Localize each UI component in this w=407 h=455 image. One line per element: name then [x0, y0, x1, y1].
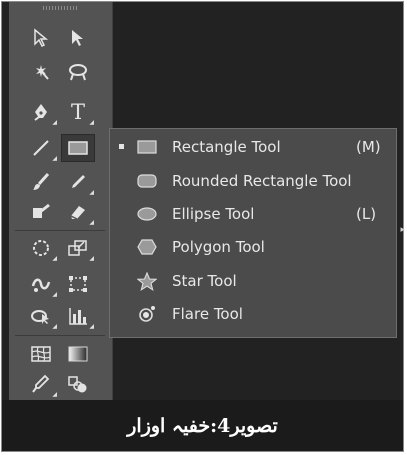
- flyout-item-label: Ellipse Tool: [172, 205, 255, 223]
- flyout-item-label: Star Tool: [172, 272, 237, 290]
- submenu-corner-icon: ◢: [89, 119, 94, 126]
- submenu-corner-icon: ◢: [52, 155, 57, 162]
- gradient-icon: [68, 346, 88, 362]
- flyout-item-shortcut: (M): [356, 138, 381, 156]
- line-segment-icon: [33, 140, 49, 156]
- caption-bar: تصویر4:خفیہ اوزار: [2, 400, 403, 451]
- paintbrush-icon: [33, 172, 50, 190]
- mesh-icon: [31, 346, 51, 362]
- tearoff-arrow-icon[interactable]: ▸: [400, 225, 405, 235]
- selection-arrow-icon: [34, 28, 49, 48]
- toolbar-divider: [15, 335, 105, 336]
- pencil-tool-button[interactable]: ◢: [61, 168, 95, 196]
- canvas-area: ◢ T ◢ ◢ ◢ ◢ ◢ ◢ ◢ ◢ ◢ ◢ Rectangle Tool (…: [2, 2, 405, 400]
- flyout-item-star[interactable]: Star Tool: [110, 265, 396, 297]
- eraser-icon: [70, 206, 85, 220]
- magic-wand-icon: [36, 65, 49, 80]
- pencil-icon: [72, 175, 85, 188]
- direct-selection-arrow-icon: [72, 30, 83, 46]
- selection-tool-button[interactable]: [24, 24, 58, 52]
- polygon-icon: [136, 237, 158, 257]
- submenu-corner-icon: ◢: [52, 119, 57, 126]
- rotate-tool-button[interactable]: ◢: [24, 234, 58, 262]
- eyedropper-icon: [32, 374, 50, 393]
- figure-caption: تصویر4:خفیہ اوزار: [127, 414, 278, 437]
- flyout-item-ellipse[interactable]: Ellipse Tool (L): [110, 198, 396, 230]
- flyout-item-shortcut: (L): [356, 205, 377, 223]
- flyout-item-label: Rounded Rectangle Tool: [172, 172, 352, 190]
- flyout-item-flare[interactable]: Flare Tool: [110, 298, 396, 330]
- flyout-item-polygon[interactable]: Polygon Tool: [110, 231, 396, 263]
- graph-tool-button[interactable]: ◢: [61, 302, 95, 330]
- eraser-tool-button[interactable]: ◢: [61, 198, 95, 226]
- rectangle-icon: [136, 137, 158, 157]
- rotate-icon: [33, 240, 49, 256]
- free-transform-tool-button[interactable]: [61, 270, 95, 298]
- submenu-corner-icon: ◢: [89, 255, 94, 262]
- gradient-tool-button[interactable]: [61, 340, 95, 368]
- star-icon: [136, 271, 158, 291]
- eyedropper-tool-button[interactable]: ◢: [24, 370, 58, 398]
- blob-brush-icon: [33, 203, 50, 218]
- blend-tool-button[interactable]: [61, 370, 95, 398]
- type-tool-button[interactable]: T ◢: [61, 98, 95, 126]
- blend-icon: [68, 376, 87, 393]
- flyout-item-rounded-rectangle[interactable]: Rounded Rectangle Tool: [110, 165, 396, 197]
- submenu-corner-icon: ◢: [52, 291, 57, 298]
- flyout-item-label: Flare Tool: [172, 305, 243, 323]
- blob-brush-tool-button[interactable]: [24, 198, 58, 226]
- flyout-item-label: Rectangle Tool: [172, 138, 281, 156]
- shape-tools-flyout: Rectangle Tool (M) Rounded Rectangle Too…: [109, 128, 405, 338]
- scale-tool-button[interactable]: ◢: [61, 234, 95, 262]
- screenshot-frame: ◢ T ◢ ◢ ◢ ◢ ◢ ◢ ◢ ◢ ◢ ◢ Rectangle Tool (…: [1, 1, 405, 452]
- warp-icon: [31, 278, 51, 292]
- shape-builder-tool-button[interactable]: ◢: [24, 302, 58, 330]
- mesh-tool-button[interactable]: [24, 340, 58, 368]
- panel-grip[interactable]: [43, 6, 77, 10]
- scale-icon: [68, 240, 87, 256]
- flyout-item-rectangle[interactable]: Rectangle Tool (M): [110, 131, 396, 163]
- lasso-tool-button[interactable]: [61, 58, 95, 86]
- rectangle-icon: [68, 141, 88, 155]
- submenu-corner-icon: ◢: [89, 189, 94, 196]
- paintbrush-tool-button[interactable]: [24, 168, 58, 196]
- tools-panel: ◢ T ◢ ◢ ◢ ◢ ◢ ◢ ◢ ◢ ◢ ◢: [9, 2, 113, 400]
- lasso-icon: [69, 64, 87, 81]
- selected-marker-icon: [119, 144, 124, 149]
- flyout-item-label: Polygon Tool: [172, 238, 265, 256]
- rounded-rectangle-icon: [136, 171, 158, 191]
- ellipse-icon: [136, 204, 158, 224]
- warp-tool-button[interactable]: ◢: [24, 270, 58, 298]
- toolbar-divider: [15, 230, 105, 231]
- line-segment-tool-button[interactable]: ◢: [24, 134, 58, 162]
- free-transform-icon: [69, 276, 87, 292]
- submenu-corner-icon: ◢: [52, 391, 57, 398]
- submenu-corner-icon: ◢: [52, 323, 57, 330]
- pen-nib-icon: [34, 104, 47, 121]
- direct-selection-tool-button[interactable]: [61, 24, 95, 52]
- shape-builder-icon: [31, 310, 49, 324]
- rectangle-tool-button[interactable]: [61, 134, 95, 162]
- flare-icon: [136, 304, 158, 324]
- submenu-corner-icon: ◢: [89, 323, 94, 330]
- submenu-corner-icon: ◢: [52, 255, 57, 262]
- bar-graph-icon: [69, 308, 87, 325]
- submenu-corner-icon: ◢: [89, 219, 94, 226]
- magic-wand-tool-button[interactable]: [24, 58, 58, 86]
- pen-tool-button[interactable]: ◢: [24, 98, 58, 126]
- type-tool-icon: T: [70, 99, 85, 124]
